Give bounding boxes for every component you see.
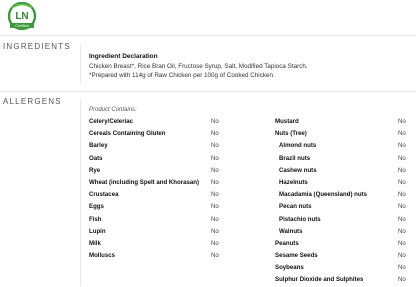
allergen-row: Mustard No bbox=[275, 116, 410, 128]
allergen-value: No bbox=[398, 203, 406, 211]
allergen-value: No bbox=[398, 215, 406, 223]
allergens-section-label: ALLERGENS bbox=[3, 97, 62, 106]
allergen-value: No bbox=[398, 178, 406, 186]
allergen-row: Molluscs No bbox=[89, 250, 237, 262]
allergen-value: No bbox=[211, 166, 219, 174]
allergen-name: Sesame Seeds bbox=[275, 252, 318, 260]
allergen-name: Cashew nuts bbox=[279, 166, 317, 174]
allergen-row: Rye No bbox=[89, 165, 237, 177]
allergen-row: Nuts (Tree) No bbox=[275, 128, 410, 140]
allergen-value: No bbox=[398, 191, 406, 199]
allergen-list-right: Mustard No Nuts (Tree) No Almond nuts No Br… bbox=[275, 116, 410, 287]
allergen-name: Macadamia (Queensland) nuts bbox=[279, 191, 368, 199]
product-contains-label: Product Contains: bbox=[89, 107, 137, 113]
allergen-subrow: Cashew nuts No bbox=[275, 165, 410, 177]
allergen-subrow: Walnuts No bbox=[275, 226, 410, 238]
allergen-value: No bbox=[211, 203, 219, 211]
allergen-row: Sulphur Dioxide and Sulphites No bbox=[275, 274, 410, 286]
allergen-value: No bbox=[398, 142, 406, 150]
allergen-value: No bbox=[398, 264, 406, 272]
allergen-name: Almond nuts bbox=[279, 142, 317, 150]
allergen-subrow: Almond nuts No bbox=[275, 140, 410, 152]
allergen-name: Lupin bbox=[89, 227, 106, 235]
allergen-subrow: Pecan nuts No bbox=[275, 201, 410, 213]
allergen-value: No bbox=[211, 191, 219, 199]
ingredient-declaration: Ingredient Declaration Chicken Breast*, … bbox=[89, 52, 409, 81]
allergen-value: No bbox=[398, 118, 406, 125]
allergen-name: Cereals Containing Gluten bbox=[89, 130, 166, 138]
allergen-name: Hazelnuts bbox=[279, 178, 308, 186]
allergen-value: No bbox=[211, 154, 219, 162]
section-divider bbox=[0, 35, 416, 36]
allergen-value: No bbox=[398, 154, 406, 162]
brand-logo: LN Certified bbox=[4, 1, 40, 34]
allergen-name: Pistachio nuts bbox=[279, 215, 321, 223]
allergen-value: No bbox=[398, 166, 406, 174]
allergen-row: Celery/Celeriac No bbox=[89, 116, 237, 128]
allergen-name: Fish bbox=[89, 215, 102, 223]
allergen-row: Crustacea No bbox=[89, 189, 237, 201]
allergen-value: No bbox=[211, 142, 219, 150]
allergen-value: No bbox=[211, 178, 219, 186]
allergen-name: Mustard bbox=[275, 118, 299, 125]
allergen-name: Crustacea bbox=[89, 191, 119, 199]
allergens-vertical-rule bbox=[80, 100, 81, 286]
allergen-row: Soybeans No bbox=[275, 262, 410, 274]
allergen-name: Celery/Celeriac bbox=[89, 118, 134, 125]
allergen-subrow: Pistachio nuts No bbox=[275, 214, 410, 226]
allergen-row: Oats No bbox=[89, 153, 237, 165]
allergen-value: No bbox=[211, 252, 219, 260]
logo-text: LN bbox=[15, 11, 28, 22]
allergen-value: No bbox=[211, 215, 219, 223]
ingredients-section-label: INGREDIENTS bbox=[3, 42, 71, 51]
ingredient-note: *Prepared with 114g of Raw Chicken per 1… bbox=[89, 72, 275, 80]
allergen-row: Sesame Seeds No bbox=[275, 250, 410, 262]
allergen-name: Molluscs bbox=[89, 252, 116, 260]
section-divider bbox=[0, 91, 416, 92]
allergen-value: No bbox=[398, 239, 406, 247]
ingredient-declaration-title: Ingredient Declaration bbox=[89, 53, 158, 60]
allergen-name: Milk bbox=[89, 239, 101, 247]
allergen-value: No bbox=[398, 227, 406, 235]
allergen-value: No bbox=[211, 227, 219, 235]
allergen-name: Pecan nuts bbox=[279, 203, 312, 211]
allergen-row: Eggs No bbox=[89, 201, 237, 213]
allergen-row: Fish No bbox=[89, 214, 237, 226]
allergen-name: Soybeans bbox=[275, 264, 304, 272]
allergen-subrow: Hazelnuts No bbox=[275, 177, 410, 189]
allergen-name: Wheat (including Spelt and Khorasan) bbox=[89, 178, 200, 186]
allergen-subrow: Brazil nuts No bbox=[275, 153, 410, 165]
allergen-name: Barley bbox=[89, 142, 108, 150]
allergen-list-left: Celery/Celeriac No Cereals Containing Glu… bbox=[89, 116, 237, 262]
allergen-value: No bbox=[398, 252, 406, 260]
allergen-value: No bbox=[398, 130, 406, 138]
allergen-subrow: Macadamia (Queensland) nuts No bbox=[275, 189, 410, 201]
allergen-row: Milk No bbox=[89, 238, 237, 250]
ingredients-vertical-rule bbox=[80, 45, 81, 83]
allergen-value: No bbox=[211, 118, 219, 125]
logo-subtext: Certified bbox=[15, 24, 28, 28]
allergen-name: Peanuts bbox=[275, 239, 299, 247]
allergen-row: Barley No bbox=[89, 140, 237, 152]
allergen-value: No bbox=[211, 130, 219, 138]
allergen-row: Cereals Containing Gluten No bbox=[89, 128, 237, 140]
allergen-row: Wheat (including Spelt and Khorasan) No bbox=[89, 177, 237, 189]
allergen-row: Lupin No bbox=[89, 226, 237, 238]
allergen-row: Peanuts No bbox=[275, 238, 410, 250]
allergen-name: Walnuts bbox=[279, 227, 303, 235]
allergen-name: Oats bbox=[89, 154, 103, 162]
allergen-name: Nuts (Tree) bbox=[275, 130, 307, 138]
allergen-value: No bbox=[211, 239, 219, 247]
allergen-name: Brazil nuts bbox=[279, 154, 311, 162]
allergen-name: Rye bbox=[89, 166, 101, 174]
ingredient-list: Chicken Breast*, Rice Bran Oil, Fructose… bbox=[89, 62, 308, 70]
allergen-value: No bbox=[398, 276, 406, 284]
allergen-name: Eggs bbox=[89, 203, 104, 211]
allergen-name: Sulphur Dioxide and Sulphites bbox=[275, 276, 364, 284]
